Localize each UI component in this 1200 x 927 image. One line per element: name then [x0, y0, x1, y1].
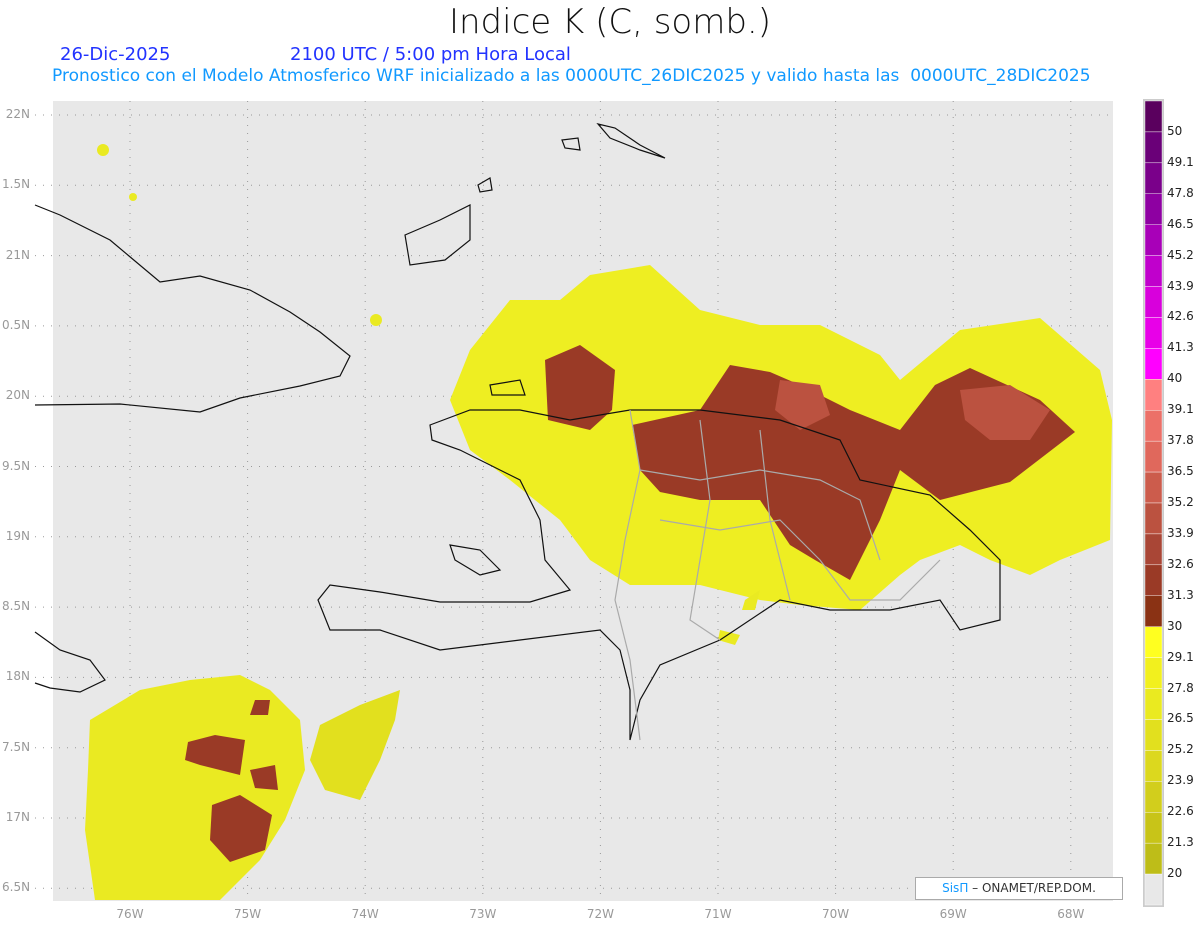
color-bar-bin — [1144, 471, 1163, 504]
color-bar-label: 30 — [1167, 618, 1183, 633]
color-bar-bin — [1144, 873, 1163, 906]
credit-brand: SisΠ — [942, 881, 969, 895]
color-bar-label: 29.1 — [1167, 649, 1194, 664]
color-bar-label: 23.9 — [1167, 773, 1194, 788]
lat-label: 19N — [5, 528, 30, 543]
color-bar-label: 47.8 — [1167, 185, 1194, 200]
color-bar-label: 21.3 — [1167, 835, 1194, 850]
credit-text: – ONAMET/REP.DOM. — [972, 881, 1096, 895]
color-bar-label: 27.8 — [1167, 680, 1194, 695]
lat-label: 20N — [5, 388, 30, 403]
color-bar-bin — [1144, 812, 1163, 844]
lon-label: 72W — [586, 907, 614, 921]
credit-box: SisΠ – ONAMET/REP.DOM. — [915, 877, 1123, 900]
lat-label: 22N — [5, 107, 30, 121]
color-bar-bin — [1144, 379, 1163, 411]
color-bar-label: 26.5 — [1167, 711, 1194, 726]
lon-label: 75W — [234, 907, 262, 921]
lat-label: 18N — [5, 669, 30, 684]
color-bar-bin — [1144, 502, 1163, 535]
lat-label: 8.5N — [2, 599, 31, 614]
color-bar-label: 22.6 — [1167, 804, 1194, 819]
lat-label: 6.5N — [2, 880, 31, 895]
k-index-map — [34, 99, 1164, 907]
lon-label: 74W — [351, 907, 379, 921]
color-bar-label: 32.6 — [1167, 556, 1194, 571]
lat-label: 7.5N — [2, 739, 31, 754]
lat-label: 9.5N — [2, 458, 31, 473]
lon-label: 70W — [822, 907, 850, 921]
color-bar-bin — [1144, 688, 1163, 720]
color-bar-label: 39.1 — [1167, 402, 1194, 417]
color-bar-label: 49.1 — [1167, 154, 1194, 169]
color-bar-bin — [1144, 317, 1163, 349]
color-bar-label: 50 — [1167, 123, 1183, 138]
color-bar-label: 35.2 — [1167, 495, 1194, 509]
color-bar-label: 31.3 — [1167, 587, 1194, 602]
lat-label: 21N — [5, 247, 30, 262]
color-bar-label: 33.9 — [1167, 525, 1194, 540]
color-bar-label: 45.2 — [1167, 247, 1194, 262]
color-bar-label: 20 — [1167, 866, 1183, 881]
color-bar-bin — [1144, 657, 1163, 689]
color-bar-bin — [1144, 719, 1163, 751]
color-bar-label: 25.2 — [1167, 742, 1194, 757]
lon-label: 69W — [939, 907, 967, 921]
lon-label: 71W — [704, 907, 732, 921]
color-bar-bin — [1144, 255, 1163, 287]
lat-label: 17N — [5, 810, 30, 824]
color-bar-label: 46.5 — [1167, 216, 1194, 231]
color-bar-bin — [1144, 842, 1163, 875]
lon-label: 68W — [1057, 907, 1085, 921]
color-bar — [1143, 99, 1164, 907]
color-bar-label: 41.3 — [1167, 340, 1194, 355]
color-bar-label: 36.5 — [1167, 464, 1194, 479]
color-bar-bin — [1144, 750, 1163, 782]
lon-label: 73W — [469, 907, 497, 921]
color-bar-bin — [1144, 286, 1163, 318]
lat-label: 1.5N — [2, 177, 31, 192]
color-bar-bin — [1144, 595, 1163, 627]
color-bar-bin — [1144, 440, 1163, 473]
color-bar-bin — [1144, 348, 1163, 380]
color-bar-bin — [1144, 564, 1163, 596]
color-bar-bin — [1144, 533, 1163, 566]
lat-label: 0.5N — [2, 317, 31, 332]
color-bar-label: 40 — [1167, 371, 1183, 386]
color-bar-bin — [1144, 224, 1163, 256]
color-bar-bin — [1144, 100, 1163, 133]
color-bar-bin — [1144, 162, 1163, 194]
color-bar-label: 43.9 — [1167, 278, 1194, 293]
color-bar-bin — [1144, 626, 1163, 658]
color-bar-bin — [1144, 410, 1163, 442]
color-bar-bin — [1144, 193, 1163, 225]
lon-label: 76W — [116, 907, 144, 921]
color-bar-label: 37.8 — [1167, 433, 1194, 448]
color-bar-bin — [1144, 131, 1163, 164]
color-bar-label: 42.6 — [1167, 309, 1194, 324]
color-bar-bin — [1144, 781, 1163, 813]
